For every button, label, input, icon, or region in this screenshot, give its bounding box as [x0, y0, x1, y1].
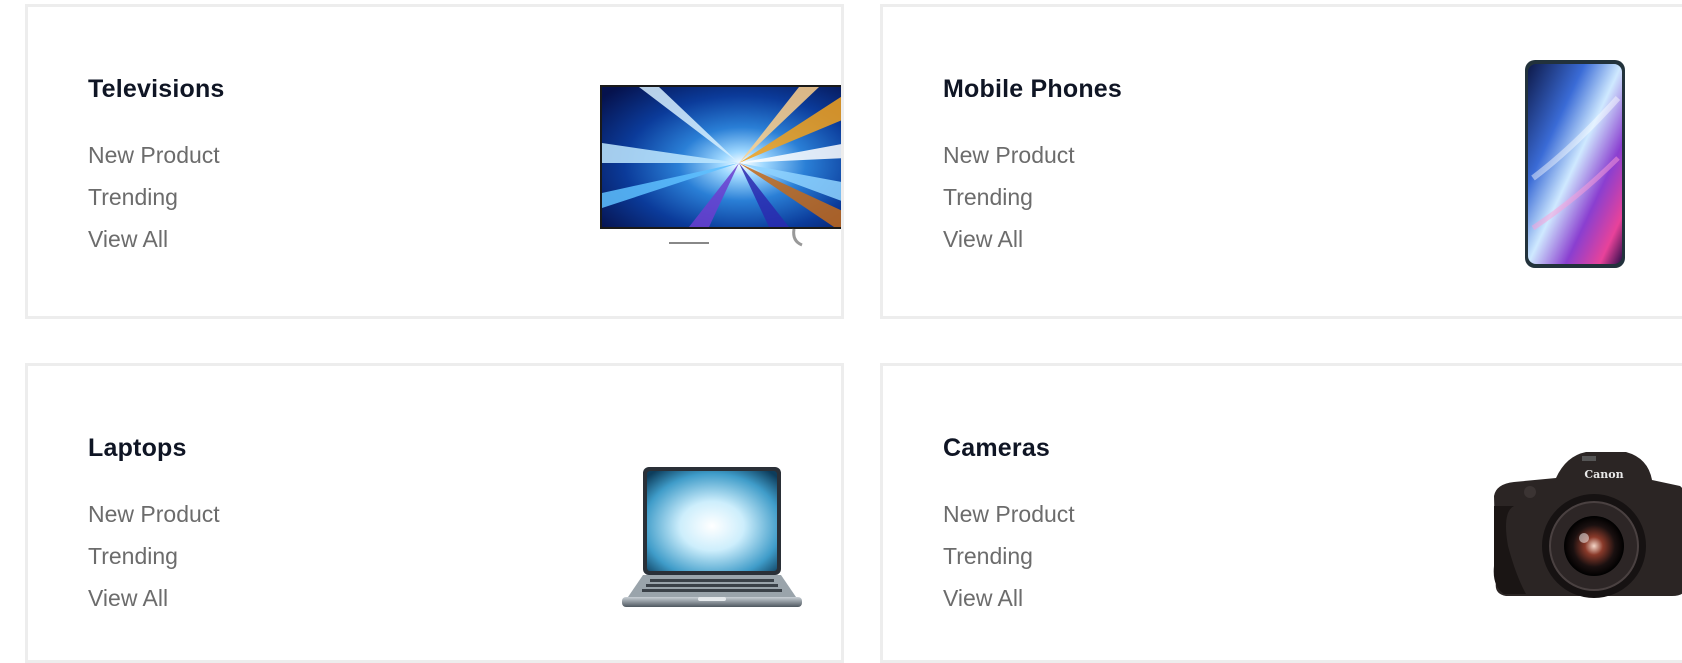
new-product-link[interactable]: New Product [943, 500, 1075, 542]
trending-link[interactable]: Trending [943, 542, 1075, 584]
trending-link[interactable]: Trending [943, 183, 1075, 225]
mobile-phone-icon [1525, 60, 1625, 268]
new-product-link[interactable]: New Product [943, 141, 1075, 183]
category-links: New Product Trending View All [88, 141, 220, 267]
category-card-cameras: Cameras New Product Trending View All Ca… [880, 363, 1682, 663]
card-title: Televisions [88, 75, 225, 103]
new-product-link[interactable]: New Product [88, 500, 220, 542]
laptop-icon [622, 467, 802, 607]
view-all-link[interactable]: View All [943, 584, 1075, 626]
category-card-mobile-phones: Mobile Phones New Product Trending View … [880, 4, 1682, 319]
camera-icon: Canon [1493, 452, 1682, 598]
category-card-laptops: Laptops New Product Trending View All [25, 363, 844, 663]
card-title: Cameras [943, 434, 1051, 462]
view-all-link[interactable]: View All [88, 584, 220, 626]
category-links: New Product Trending View All [88, 500, 220, 626]
view-all-link[interactable]: View All [943, 225, 1075, 267]
television-icon [600, 85, 841, 247]
trending-link[interactable]: Trending [88, 542, 220, 584]
category-links: New Product Trending View All [943, 141, 1075, 267]
category-links: New Product Trending View All [943, 500, 1075, 626]
card-title: Mobile Phones [943, 75, 1123, 103]
card-title: Laptops [88, 434, 187, 462]
camera-brand-text: Canon [1584, 468, 1623, 481]
new-product-link[interactable]: New Product [88, 141, 220, 183]
category-card-televisions: Televisions New Product Trending View Al… [25, 4, 844, 319]
view-all-link[interactable]: View All [88, 225, 220, 267]
trending-link[interactable]: Trending [88, 183, 220, 225]
